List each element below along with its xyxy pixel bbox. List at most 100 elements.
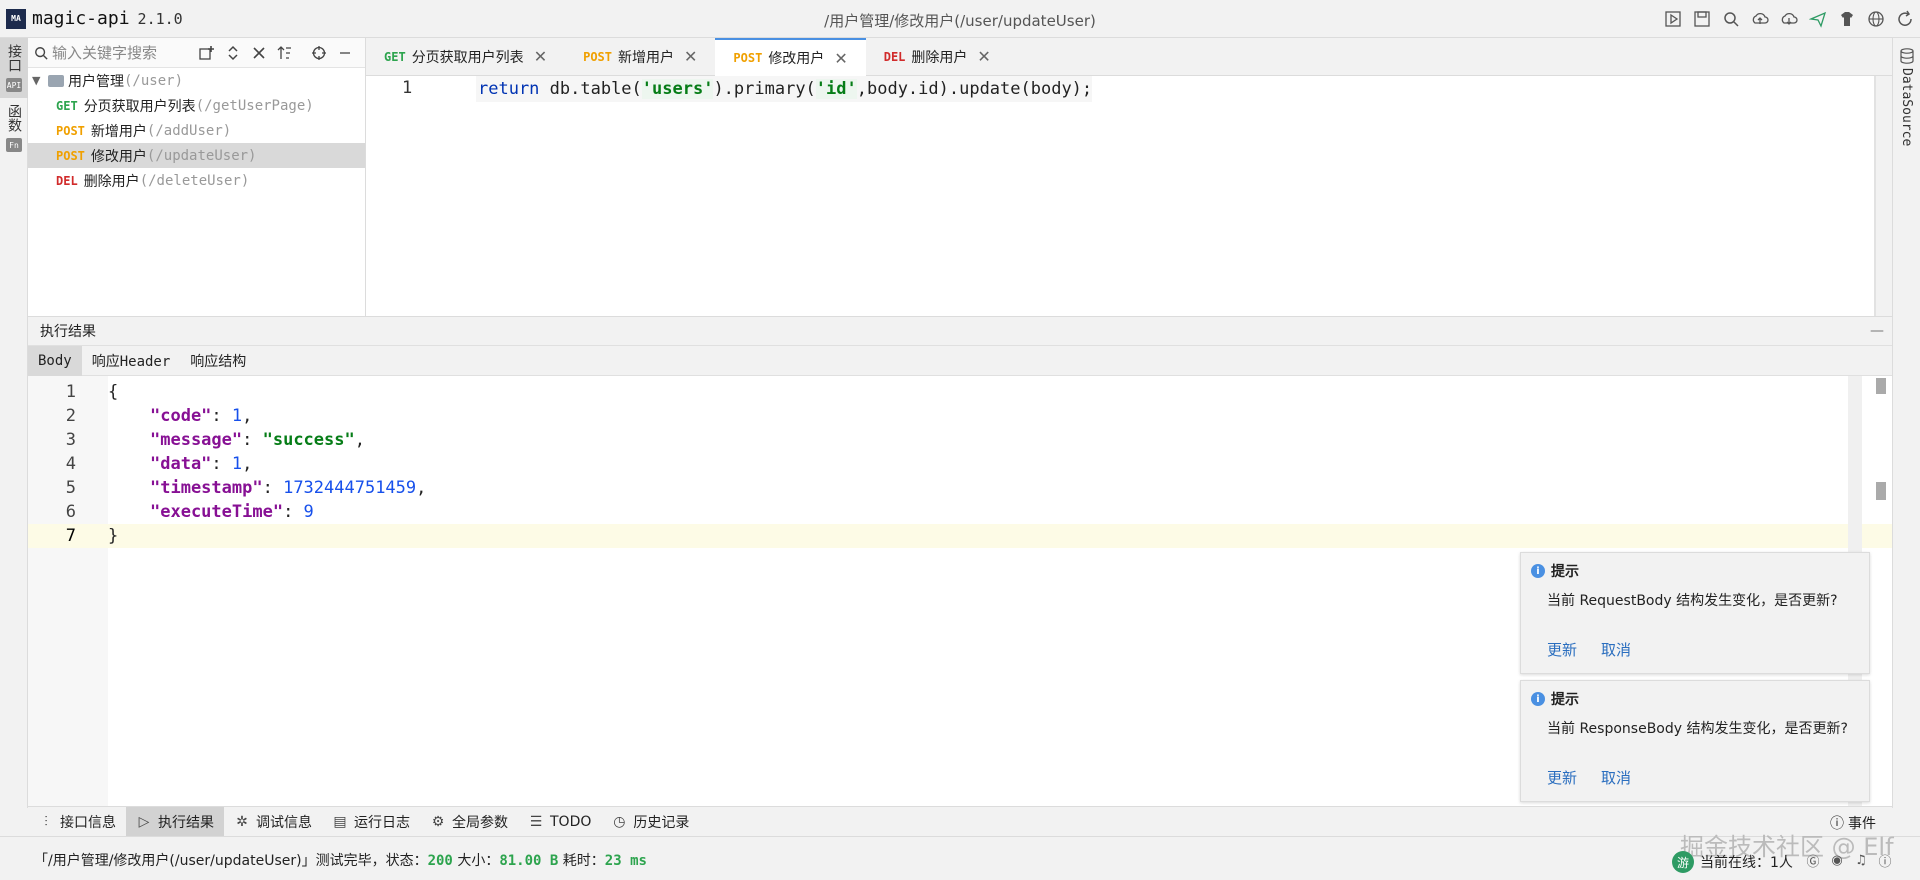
tree-group-user[interactable]: ▼ 用户管理 (/user): [28, 68, 365, 93]
tool-tab-todo[interactable]: ☰ TODO: [518, 807, 601, 837]
app-logo: MA: [6, 8, 26, 29]
tab-label: 新增用户: [618, 49, 674, 66]
tab-body[interactable]: Body: [28, 345, 82, 376]
method-badge: DEL: [883, 49, 906, 64]
locate-icon[interactable]: [306, 41, 332, 65]
skin-icon[interactable]: [1836, 8, 1858, 30]
tab-label: 修改用户: [768, 51, 825, 67]
close-icon[interactable]: ✕: [977, 47, 990, 66]
tool-tab-debug[interactable]: ✲ 调试信息: [224, 807, 322, 837]
code-editor[interactable]: 1 return db.table('users').primary('id',…: [366, 76, 1876, 316]
method-badge: GET: [56, 98, 78, 113]
tab-get-user-page[interactable]: GET 分页获取用户列表 ✕: [366, 38, 565, 75]
globe-icon[interactable]: [1865, 8, 1887, 30]
gitee-icon[interactable]: Ⓖ: [1804, 851, 1822, 870]
tab-update-user[interactable]: POST 修改用户 ✕: [715, 38, 866, 76]
code-line[interactable]: return db.table('users').primary('id',bo…: [476, 76, 1093, 102]
api-name: 新增用户: [90, 123, 147, 140]
interface-info-icon: ⫶: [44, 813, 48, 830]
close-icon[interactable]: ✕: [534, 47, 547, 66]
right-sidebar: DataSource: [1892, 38, 1920, 808]
play-icon: ▷: [138, 813, 150, 830]
sidebar-tab-functions[interactable]: 函数 Fn: [0, 98, 28, 158]
github-icon[interactable]: ◉: [1828, 851, 1846, 869]
result-panel-header: 执行结果 —: [28, 316, 1892, 346]
method-badge: POST: [56, 123, 85, 138]
datasource-tab[interactable]: DataSource: [1899, 68, 1914, 146]
notice-update-button[interactable]: 更新: [1547, 767, 1577, 788]
info-icon: i: [1531, 692, 1545, 706]
bell-icon[interactable]: ♫: [1852, 851, 1870, 869]
close-icon[interactable]: [246, 41, 272, 65]
code-text: ,body.id).update(body);: [856, 79, 1093, 99]
tool-tab-log[interactable]: ▤ 运行日志: [322, 807, 420, 837]
tree-item-update-user[interactable]: POST 修改用户 (/updateUser): [28, 143, 365, 168]
code-text: ).primary(: [713, 79, 816, 99]
run-icon[interactable]: [1662, 8, 1684, 30]
sidebar-tab-api[interactable]: 接口 API: [0, 38, 28, 98]
json-line-current: 7}: [28, 524, 1892, 548]
json-line: 4 "data": 1,: [65, 454, 253, 474]
code-text: db.table(: [539, 79, 642, 99]
tree-item-delete-user[interactable]: DEL 删除用户 (/deleteUser): [28, 168, 365, 193]
send-icon[interactable]: [1807, 8, 1829, 30]
chevron-down-icon[interactable]: ▼: [32, 74, 48, 87]
json-line: 3 "message": "success",: [65, 430, 365, 450]
sort-icon[interactable]: [272, 41, 298, 65]
api-path: (/deleteUser): [139, 172, 250, 189]
close-icon[interactable]: ✕: [834, 49, 847, 68]
tree-item-add-user[interactable]: POST 新增用户 (/addUser): [28, 118, 365, 143]
status-bar: 「/用户管理/修改用户(/user/updateUser)」测试完毕，状态：20…: [0, 833, 1920, 880]
tab-delete-user[interactable]: DEL 删除用户 ✕: [866, 38, 1009, 75]
method-badge: POST: [733, 51, 763, 65]
notice-update-button[interactable]: 更新: [1547, 639, 1577, 660]
tab-response-structure[interactable]: 响应结构: [180, 346, 256, 376]
sidebar-tab-api-label: 接口: [6, 44, 22, 72]
search-icon[interactable]: [1720, 8, 1742, 30]
upload-icon[interactable]: [1749, 8, 1771, 30]
api-path: (/getUserPage): [195, 97, 314, 114]
method-badge: GET: [384, 49, 406, 64]
tool-window-bar: ⫶ 接口信息 ▷ 执行结果 ✲ 调试信息 ▤ 运行日志 ⚙ 全局参数 ☰ TODO ◷ 历史记…: [28, 806, 1892, 837]
tree-item-get-user-page[interactable]: GET 分页获取用户列表 (/getUserPage): [28, 93, 365, 118]
editor-scrollbar[interactable]: [1874, 76, 1876, 316]
notice-cancel-button[interactable]: 取消: [1601, 767, 1631, 788]
notice-title: 提示: [1551, 564, 1579, 580]
download-icon[interactable]: [1778, 8, 1800, 30]
expand-collapse-icon[interactable]: [220, 41, 246, 65]
group-name: 用户管理: [68, 73, 124, 90]
save-icon[interactable]: [1691, 8, 1713, 30]
online-count: 当前在线：1人: [1700, 855, 1793, 871]
close-icon[interactable]: ✕: [684, 47, 697, 66]
function-icon: Fn: [6, 138, 22, 152]
sidebar-tab-functions-label: 函数: [6, 104, 22, 132]
tool-tab-label: 历史记录: [633, 814, 690, 831]
method-badge: DEL: [56, 173, 78, 188]
api-name: 删除用户: [83, 173, 140, 190]
tool-tab-interface-info[interactable]: ⫶ 接口信息: [28, 807, 126, 837]
method-badge: POST: [56, 148, 85, 163]
tool-tab-result[interactable]: ▷ 执行结果: [126, 806, 224, 837]
minimize-icon[interactable]: —: [1870, 323, 1884, 339]
tab-add-user[interactable]: POST 新增用户 ✕: [565, 38, 715, 75]
tool-tab-label: TODO: [550, 813, 592, 830]
minimize-icon[interactable]: [332, 41, 358, 65]
folder-icon: [48, 74, 64, 87]
title-toolbar: [1662, 8, 1916, 30]
result-panel-title: 执行结果: [40, 324, 96, 340]
scrollbar-thumb[interactable]: [1876, 378, 1886, 394]
status-code: 200: [427, 853, 453, 869]
api-icon: API: [6, 78, 22, 92]
help-icon[interactable]: ⓘ: [1876, 851, 1894, 870]
add-group-icon[interactable]: [194, 41, 220, 65]
tab-response-header[interactable]: 响应Header: [82, 346, 181, 376]
refresh-icon[interactable]: [1894, 8, 1916, 30]
tool-tab-history[interactable]: ◷ 历史记录: [601, 807, 699, 837]
notice-response-body: i 提示 当前 ResponseBody 结构发生变化，是否更新? 更新 取消: [1520, 680, 1870, 802]
json-line: 5 "timestamp": 1732444751459,: [65, 478, 427, 498]
tool-tab-global-params[interactable]: ⚙ 全局参数: [420, 807, 518, 837]
code-string: 'id': [815, 79, 857, 99]
tree-search-input[interactable]: [52, 43, 194, 62]
bug-icon: ✲: [236, 813, 248, 830]
notice-cancel-button[interactable]: 取消: [1601, 639, 1631, 660]
